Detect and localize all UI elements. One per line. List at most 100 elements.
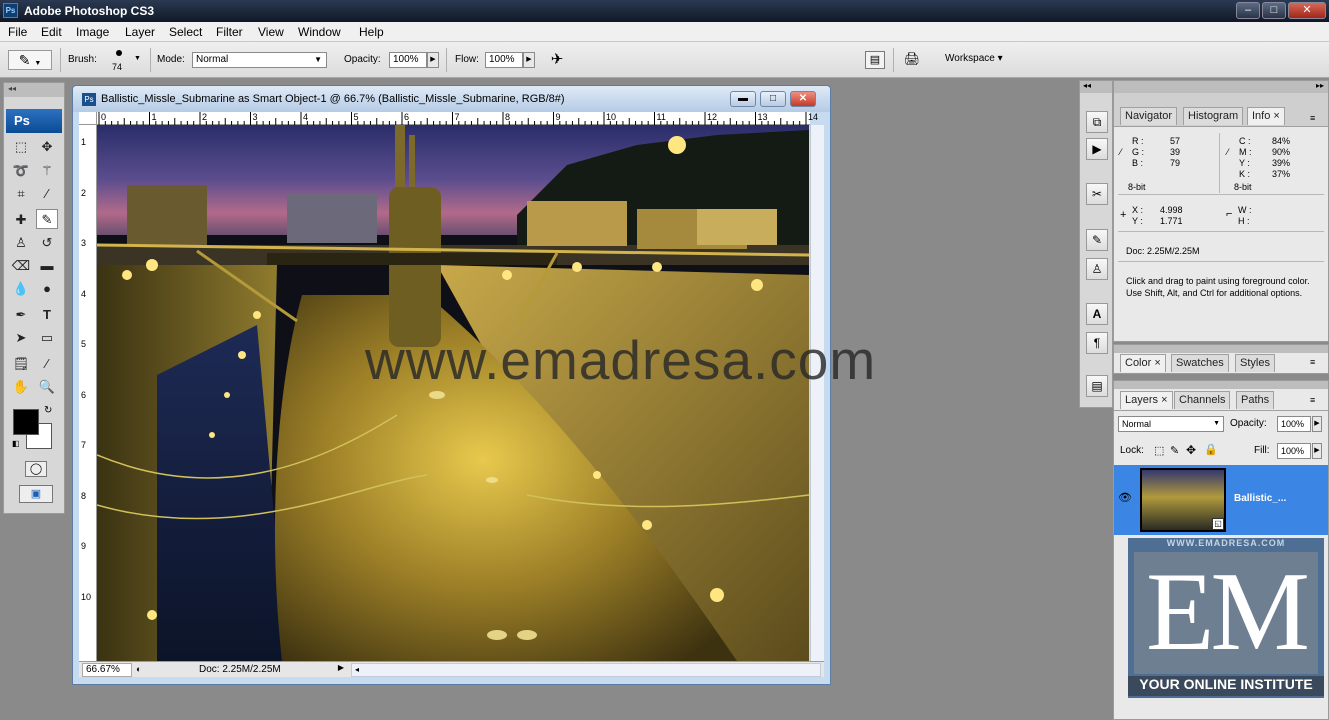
history-brush-tool-icon[interactable]: ↺ [36,233,58,253]
mode-select[interactable]: Normal ▼ [192,52,327,68]
panel-group-header[interactable]: ▸▸ [1114,81,1328,93]
lock-image-icon[interactable]: ✎ [1170,444,1179,457]
notes-tool-icon[interactable]: 🗒 [10,354,32,374]
healing-brush-tool-icon[interactable]: ✚ [10,210,32,230]
brush-picker[interactable]: 74 ▼ [104,47,144,75]
menu-filter[interactable]: Filter [216,25,243,39]
ruler-vertical[interactable]: 1 2 3 4 5 6 7 8 9 10 [79,125,97,661]
lock-position-icon[interactable]: ✥ [1186,443,1196,457]
tab-paths[interactable]: Paths [1236,391,1275,409]
panel-group-header[interactable] [1114,381,1328,389]
menu-edit[interactable]: Edit [41,25,62,39]
panel-group-header[interactable] [1114,345,1328,353]
foreground-color-swatch-top[interactable] [13,409,39,435]
tool-preset-picker[interactable]: ✎ ▼ [8,50,52,70]
flow-input[interactable]: 100% [485,52,523,68]
layer-opacity-slider[interactable]: ▶ [1312,416,1322,432]
image-canvas[interactable] [97,125,809,661]
layer-row[interactable]: 👁 ◱ Ballistic_... [1114,465,1328,535]
tab-histogram[interactable]: Histogram [1183,107,1244,125]
character-panel-icon[interactable]: A [1086,303,1108,325]
menu-file[interactable]: File [8,25,27,39]
screen-mode-icon[interactable]: ▣ [19,485,53,503]
history-panel-icon[interactable]: ⧉ [1086,111,1108,133]
lock-transparency-icon[interactable]: ⬚ [1154,444,1164,457]
tool-presets-panel-icon[interactable]: ✂ [1086,183,1108,205]
tab-channels[interactable]: Channels [1174,391,1231,409]
path-selection-tool-icon[interactable]: ➤ [10,328,32,348]
pen-tool-icon[interactable]: ✒ [10,305,32,325]
zoom-tool-icon[interactable]: 🔍 [36,377,58,397]
clone-source-panel-icon[interactable]: ♙ [1086,258,1108,280]
flow-slider-button[interactable]: ▶ [523,52,535,68]
airbrush-icon[interactable]: ✈ [545,50,569,70]
quick-mask-icon[interactable]: ◯ [25,461,47,477]
fill-slider[interactable]: ▶ [1312,443,1322,459]
swap-colors-icon[interactable]: ↻ [44,405,52,416]
type-tool-icon[interactable]: T [36,305,58,325]
menu-view[interactable]: View [258,25,284,39]
paragraph-panel-icon[interactable]: ¶ [1086,332,1108,354]
dock-header[interactable]: ◂◂ [1080,81,1112,93]
document-horizontal-scrollbar[interactable]: ◂ [351,663,821,677]
slice-tool-icon[interactable]: ⁄ [36,184,58,204]
lasso-tool-icon[interactable]: ➰ [10,161,32,181]
crop-tool-icon[interactable]: ⌗ [10,184,32,204]
status-info-icon[interactable]: ◐ [136,664,141,674]
tab-color[interactable]: Color × [1120,354,1166,372]
menu-image[interactable]: Image [76,25,109,39]
scroll-left-icon[interactable]: ◂ [355,665,359,674]
document-maximize-button[interactable]: □ [760,91,786,107]
layer-name[interactable]: Ballistic_... [1234,493,1286,504]
menu-layer[interactable]: Layer [125,25,155,39]
tab-navigator[interactable]: Navigator [1120,107,1178,125]
close-button[interactable]: ✕ [1288,2,1326,19]
lock-all-icon[interactable]: 🔒 [1204,443,1218,456]
minimize-button[interactable]: – [1236,2,1260,19]
status-menu-arrow[interactable]: ▶ [335,663,347,677]
document-close-button[interactable]: ✕ [790,91,816,107]
fill-input[interactable]: 100% [1277,443,1311,459]
brush-tool-icon[interactable]: ✎ [36,209,58,229]
actions-panel-icon[interactable]: ▶ [1086,138,1108,160]
panel-menu-icon[interactable]: ≡ [1310,357,1315,367]
panel-menu-icon[interactable]: ≡ [1310,395,1315,405]
zoom-field[interactable]: 66.67% [82,663,132,677]
dodge-tool-icon[interactable]: ● [36,279,58,299]
eraser-tool-icon[interactable]: ⌫ [10,256,32,276]
rectangle-tool-icon[interactable]: ▭ [36,328,58,348]
tools-panel-header[interactable]: ◂◂ [4,83,64,97]
menu-select[interactable]: Select [169,25,202,39]
palette-well-icon[interactable]: ▤ [865,51,885,69]
hand-tool-icon[interactable]: ✋ [10,377,32,397]
marquee-tool-icon[interactable]: ⬚ [10,137,32,157]
workspace-menu[interactable]: Workspace ▾ [945,53,1003,64]
tab-layers[interactable]: Layers × [1120,391,1173,409]
bridge-icon[interactable]: 🖨 [900,51,924,69]
blur-tool-icon[interactable]: 💧 [10,279,32,299]
tab-info[interactable]: Info × [1247,107,1285,125]
brushes-panel-icon[interactable]: ✎ [1086,229,1108,251]
document-minimize-button[interactable]: ▬ [730,91,756,107]
layer-visibility-eye-icon[interactable]: 👁 [1118,491,1132,504]
opacity-input[interactable]: 100% [389,52,427,68]
tab-styles[interactable]: Styles [1235,354,1275,372]
menu-window[interactable]: Window [298,25,341,39]
layer-comps-panel-icon[interactable]: ▤ [1086,375,1108,397]
document-vertical-scrollbar[interactable] [810,125,824,661]
eyedropper-tool-icon[interactable]: ⁄ [36,354,58,374]
layer-opacity-input[interactable]: 100% [1277,416,1311,432]
document-title-bar[interactable]: Ps Ballistic_Missle_Submarine as Smart O… [73,86,830,112]
blend-mode-select[interactable]: Normal ▼ [1118,416,1224,432]
ruler-horizontal[interactable]: 0 1 2 3 4 5 6 7 8 9 10 11 12 13 14 [97,112,818,125]
menu-help[interactable]: Help [359,25,384,39]
opacity-slider-button[interactable]: ▶ [427,52,439,68]
magic-wand-tool-icon[interactable]: ⚚ [36,161,58,181]
gradient-tool-icon[interactable]: ▬ [36,256,58,276]
ruler-origin[interactable] [79,112,97,125]
default-colors-icon[interactable]: ◧ [12,439,20,448]
panel-menu-icon[interactable]: ≡ [1310,113,1315,123]
clone-stamp-tool-icon[interactable]: ♙ [10,233,32,253]
tab-swatches[interactable]: Swatches [1171,354,1229,372]
move-tool-icon[interactable]: ✥ [36,137,58,157]
